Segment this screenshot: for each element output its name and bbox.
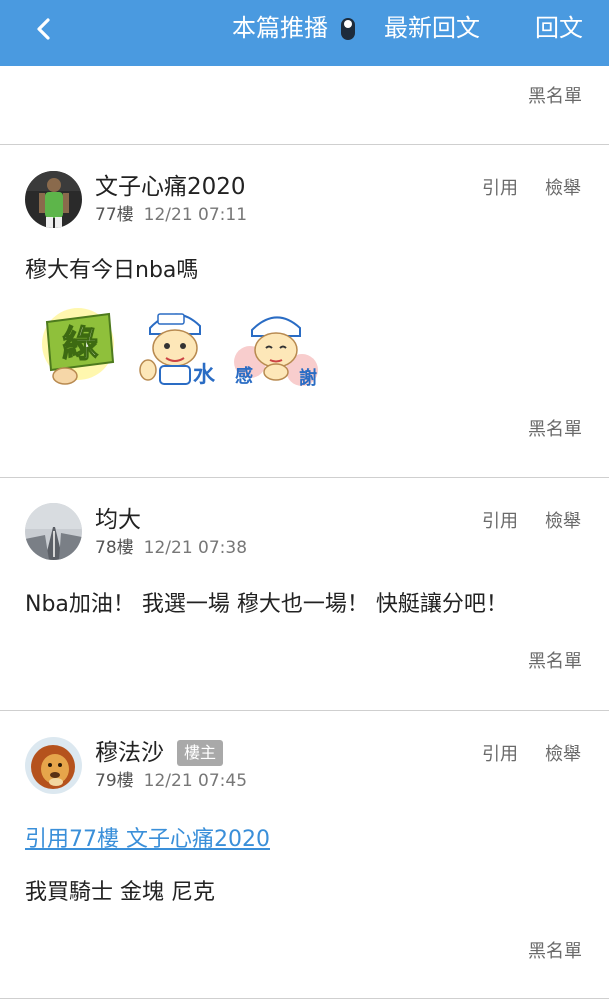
recommend-push-label: 本篇推播 <box>232 14 328 42</box>
toggle-knob <box>344 20 352 28</box>
blacklist-button[interactable]: 黑名單 <box>528 940 582 964</box>
quote-button[interactable]: 引用 <box>482 743 518 767</box>
recommend-push-toggle[interactable] <box>341 18 355 40</box>
thread-owner-badge: 樓主 <box>177 740 223 766</box>
post-meta: 79樓 12/21 07:45 <box>95 770 247 792</box>
floor-number: 78樓 <box>95 538 134 558</box>
divider <box>0 998 609 999</box>
username[interactable]: 文子心痛2020 <box>95 172 246 202</box>
avatar[interactable] <box>25 737 82 794</box>
divider <box>0 477 609 478</box>
post-content: 我買騎士 金塊 尼克 <box>25 880 215 905</box>
post-time: 12/21 07:11 <box>143 205 248 225</box>
quote-button[interactable]: 引用 <box>482 510 518 534</box>
post-time: 12/21 07:38 <box>143 538 248 558</box>
quote-button[interactable]: 引用 <box>482 177 518 201</box>
username[interactable]: 穆法沙 <box>95 738 164 768</box>
latest-replies-button[interactable]: 最新回文 <box>384 12 480 44</box>
floor-number: 79樓 <box>95 771 134 791</box>
green-sticker-icon: 綠 <box>42 308 115 385</box>
blacklist-button[interactable]: 黑名單 <box>528 418 582 442</box>
sticker-text: 水 <box>193 363 216 388</box>
username[interactable]: 均大 <box>95 505 141 535</box>
divider <box>0 710 609 711</box>
post-content: Nba加油！ 我選一場 穆大也一場！ 快艇讓分吧！ <box>25 592 508 617</box>
blacklist-button[interactable]: 黑名單 <box>528 85 582 109</box>
report-button[interactable]: 檢舉 <box>545 743 581 767</box>
chevron-left-icon <box>37 18 50 40</box>
sticker-text: 感 <box>235 365 253 387</box>
floor-number: 77樓 <box>95 205 134 225</box>
post-meta: 78樓 12/21 07:38 <box>95 537 247 559</box>
post-time: 12/21 07:45 <box>143 771 248 791</box>
thanks-sticker-icon: 感 謝 <box>234 316 318 389</box>
sticker-row: 綠 水 感 謝 <box>25 300 335 400</box>
blacklist-button[interactable]: 黑名單 <box>528 650 582 674</box>
post-meta: 77樓 12/21 07:11 <box>95 204 247 226</box>
quote-reference-link[interactable]: 引用77樓 文子心痛2020 <box>25 825 270 855</box>
avatar[interactable] <box>25 171 82 228</box>
back-button[interactable] <box>30 12 60 46</box>
water-sticker-icon: 水 <box>139 313 216 388</box>
avatar[interactable] <box>25 503 82 560</box>
reply-button[interactable]: 回文 <box>535 12 583 44</box>
top-nav-bar: 本篇推播 最新回文 回文 <box>0 0 609 66</box>
sticker-text: 謝 <box>299 367 317 389</box>
post-content: 穆大有今日nba嗎 <box>25 258 199 283</box>
divider <box>0 144 609 145</box>
sticker-text: 綠 <box>62 324 98 365</box>
report-button[interactable]: 檢舉 <box>545 177 581 201</box>
report-button[interactable]: 檢舉 <box>545 510 581 534</box>
